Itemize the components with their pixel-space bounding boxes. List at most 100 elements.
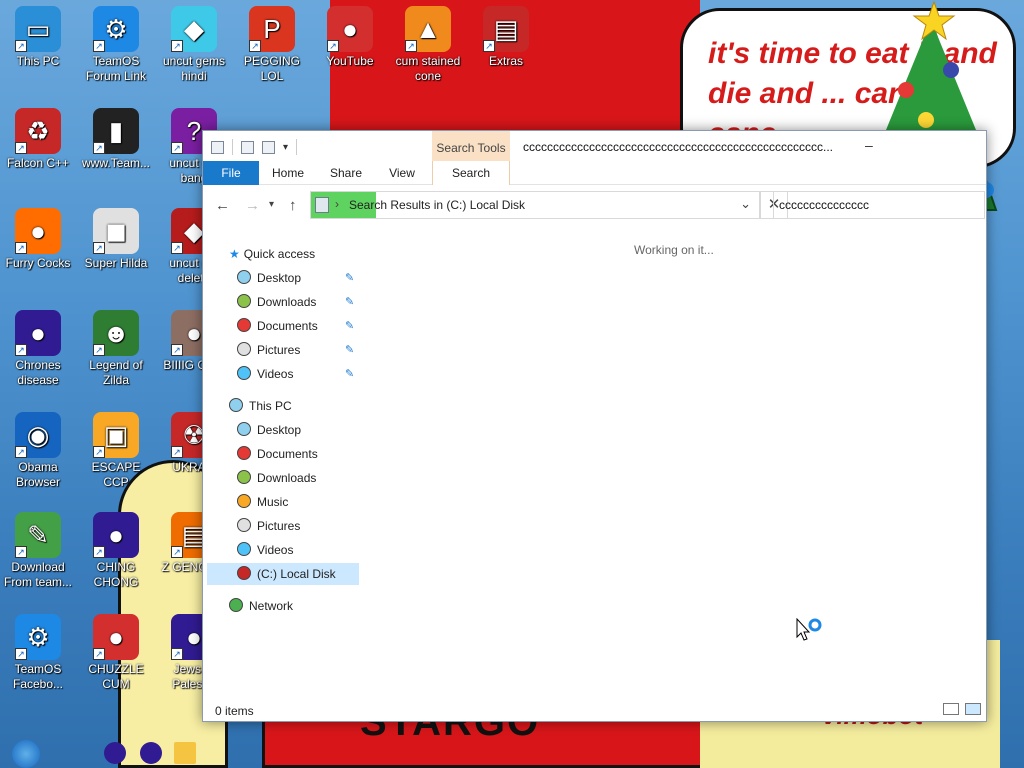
nav-quick-item[interactable]: Downloads: [237, 291, 316, 313]
nav-pc-item[interactable]: Music: [237, 491, 288, 513]
app-icon: ▤ ↗: [483, 6, 529, 52]
desktop-icon-label: TeamOS Facebo...: [12, 662, 64, 691]
desktop-icon[interactable]: ▤ ↗ Extras: [468, 6, 544, 69]
tab-search[interactable]: Search: [432, 161, 510, 185]
folder-icon: [237, 446, 251, 460]
folder-icon: [237, 366, 251, 380]
desktop-icon-label: ESCAPE CCP: [91, 460, 141, 489]
nav-network[interactable]: Network: [229, 595, 293, 617]
tab-file[interactable]: File: [203, 161, 259, 185]
address-row: ← → ▾ ↑ › Search Results in (C:) Local D…: [203, 186, 986, 224]
shortcut-arrow-icon: ↗: [15, 40, 27, 52]
recent-locations-icon[interactable]: ▾: [269, 199, 274, 210]
minimize-button[interactable]: –: [865, 137, 879, 153]
desktop-icon-label: TeamOS Forum Link: [85, 54, 147, 83]
pin-icon[interactable]: ✎: [345, 271, 354, 284]
pin-icon[interactable]: ✎: [345, 343, 354, 356]
desktop-icon-label: Legend of Zilda: [89, 358, 143, 387]
desktop-icon[interactable]: ● ↗ Chrones disease: [0, 310, 76, 388]
details-view-icon[interactable]: [943, 703, 959, 715]
desktop-icon[interactable]: ● ↗ CHING CHONG: [78, 512, 154, 590]
desktop-icon[interactable]: ✎ ↗ Download From team...: [0, 512, 76, 590]
desktop-icon[interactable]: ● ↗ CHUZZLE CUM: [78, 614, 154, 692]
navigation-pane: ★ Quick access Desktop ✎ Downloads ✎ Document…: [203, 237, 363, 692]
new-folder-icon[interactable]: [262, 140, 275, 154]
forward-arrow-icon[interactable]: →: [245, 197, 260, 214]
desktop-icon[interactable]: ● ↗ Furry Cocks: [0, 208, 76, 271]
pin-icon[interactable]: ✎: [345, 295, 354, 308]
nav-quick-item[interactable]: Documents: [237, 315, 318, 337]
up-arrow-icon[interactable]: ↑: [289, 197, 297, 214]
computer-icon: [229, 398, 243, 412]
nav-quick-item[interactable]: Desktop: [237, 267, 301, 289]
desktop-icon[interactable]: ▲ ↗ cum stained cone: [390, 6, 466, 84]
nav-pc-item[interactable]: Videos: [237, 539, 293, 561]
breadcrumb-chevron-icon[interactable]: ›: [335, 197, 339, 211]
desktop-icon[interactable]: ◆ ↗ uncut gems hindi: [156, 6, 232, 84]
desktop-icon-label: CHUZZLE CUM: [88, 662, 144, 691]
desktop-icon[interactable]: ▮ ↗ www.Team...: [78, 108, 154, 171]
file-explorer-window[interactable]: ▾ Search Tools ccccccccccccccccccccccccc…: [202, 130, 987, 722]
nav-quick-item[interactable]: Pictures: [237, 339, 300, 361]
search-input[interactable]: ccccccccccccccc: [773, 191, 985, 219]
breadcrumb[interactable]: Search Results in (C:) Local Disk: [349, 198, 525, 212]
desktop-icon[interactable]: ● ↗ YouTube: [312, 6, 388, 69]
desktop-icon[interactable]: ⚙ ↗ TeamOS Forum Link: [78, 6, 154, 84]
large-icons-view-icon[interactable]: [965, 703, 981, 715]
star-icon: ★: [229, 247, 240, 261]
app-icon: ▲ ↗: [405, 6, 451, 52]
search-tools-context-tab: Search Tools: [432, 131, 510, 161]
nav-label: (C:) Local Disk: [257, 567, 336, 581]
ribbon-tab-bar: File Home Share View Search: [203, 161, 986, 185]
desktop-icon[interactable]: ▣ ↗ ESCAPE CCP: [78, 412, 154, 490]
chevron-down-icon[interactable]: ▾: [283, 142, 288, 153]
title-bar[interactable]: ▾ Search Tools ccccccccccccccccccccccccc…: [203, 131, 986, 161]
nav-quick-item[interactable]: Videos: [237, 363, 293, 385]
toolbar-separator: [232, 139, 233, 155]
taskbar-app-icon[interactable]: [140, 742, 162, 764]
address-bar[interactable]: › Search Results in (C:) Local Disk ⌄: [310, 191, 760, 219]
nav-pc-item[interactable]: Documents: [237, 443, 318, 465]
desktop-icon[interactable]: ◉ ↗ Obama Browser: [0, 412, 76, 490]
tab-share[interactable]: Share: [325, 161, 367, 185]
desktop-icon-label: Download From team...: [3, 560, 72, 589]
shortcut-arrow-icon: ↗: [483, 40, 495, 52]
taskbar-app-icon[interactable]: [104, 742, 126, 764]
desktop-icon-label: uncut gems hindi: [162, 54, 226, 83]
nav-label: Videos: [257, 367, 294, 381]
pin-icon[interactable]: ✎: [345, 319, 354, 332]
desktop-icon[interactable]: ◼ ↗ Super Hilda: [78, 208, 154, 271]
desktop-icon-label: YouTube: [326, 54, 374, 68]
nav-pc-item[interactable]: Downloads: [237, 467, 316, 489]
shortcut-arrow-icon: ↗: [15, 648, 27, 660]
tab-home[interactable]: Home: [267, 161, 309, 185]
folder-icon[interactable]: [211, 140, 224, 154]
nav-this-pc[interactable]: This PC: [229, 395, 292, 417]
shortcut-arrow-icon: ↗: [93, 142, 105, 154]
desktop-icon[interactable]: P ↗ PEGGING LOL: [234, 6, 310, 84]
pin-icon[interactable]: ✎: [345, 367, 354, 380]
folder-icon: [237, 342, 251, 356]
shortcut-arrow-icon: ↗: [171, 446, 183, 458]
search-results-icon: [315, 197, 329, 213]
shortcut-arrow-icon: ↗: [405, 40, 417, 52]
nav-pc-item[interactable]: Pictures: [237, 515, 300, 537]
desktop-icon-label: Furry Cocks: [5, 256, 71, 270]
properties-icon[interactable]: [241, 140, 254, 154]
item-count: 0 items: [215, 704, 254, 718]
address-dropdown-icon[interactable]: ⌄: [740, 196, 751, 212]
app-icon: ✎ ↗: [15, 512, 61, 558]
start-button[interactable]: [12, 740, 40, 768]
desktop-icon[interactable]: ⚙ ↗ TeamOS Facebo...: [0, 614, 76, 692]
desktop-icon[interactable]: ♻ ↗ Falcon C++: [0, 108, 76, 171]
tab-view[interactable]: View: [383, 161, 421, 185]
nav-pc-item[interactable]: Desktop: [237, 419, 301, 441]
file-explorer-taskbar-icon[interactable]: [174, 742, 196, 764]
desktop-icon[interactable]: ☻ ↗ Legend of Zilda: [78, 310, 154, 388]
nav-pc-item[interactable]: (C:) Local Disk: [207, 563, 359, 585]
shortcut-arrow-icon: ↗: [93, 446, 105, 458]
desktop-icon[interactable]: ▭ ↗ This PC: [0, 6, 76, 69]
nav-label: Desktop: [257, 423, 302, 437]
back-arrow-icon[interactable]: ←: [215, 197, 230, 214]
nav-quick-access[interactable]: ★ Quick access: [229, 243, 315, 265]
